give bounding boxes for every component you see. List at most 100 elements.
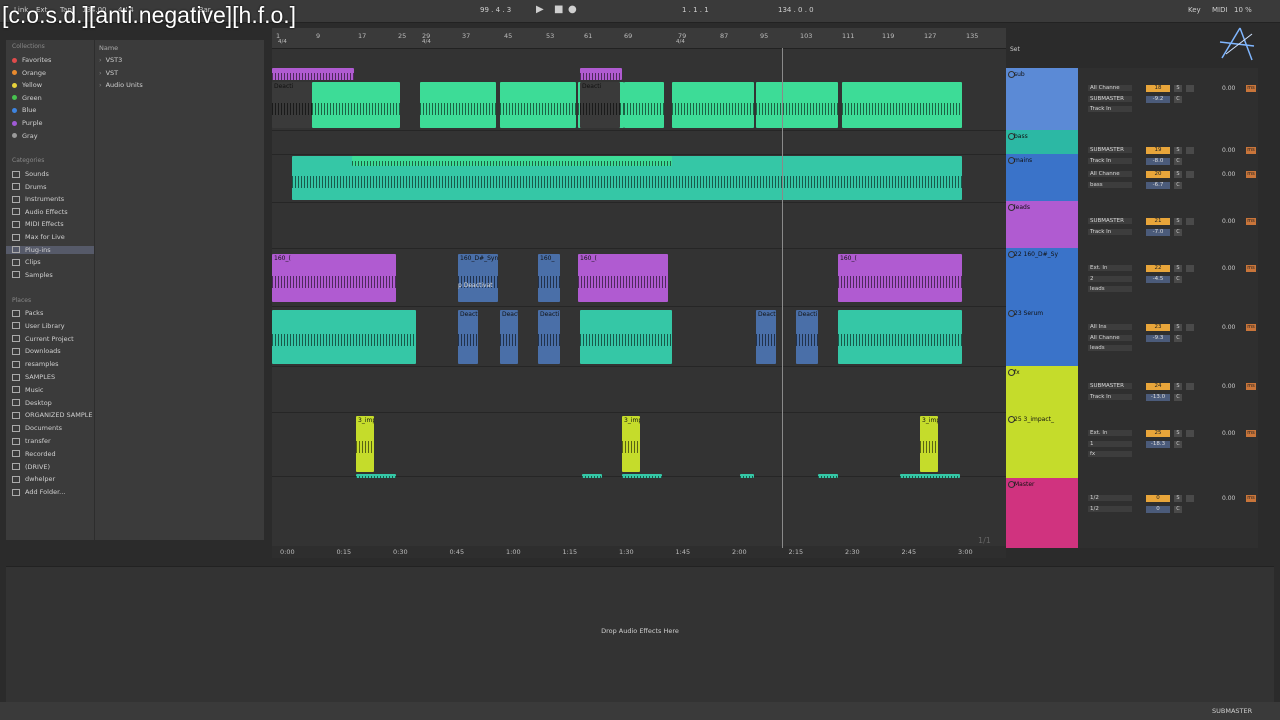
track-header[interactable]: 25 3_impact_: [1006, 413, 1078, 478]
arm-icon[interactable]: [1186, 495, 1194, 502]
pan-value[interactable]: 0.00: [1222, 171, 1235, 178]
audio-clip[interactable]: [756, 82, 838, 128]
crossfade-button[interactable]: C: [1174, 158, 1182, 165]
delay-unit-toggle[interactable]: ms: [1246, 383, 1256, 390]
track-input-channel[interactable]: 2: [1088, 276, 1132, 282]
track-header[interactable]: leads: [1006, 201, 1078, 248]
volume-field[interactable]: -9.3: [1146, 335, 1170, 342]
arm-icon[interactable]: [1186, 383, 1194, 390]
pan-value[interactable]: 0.00: [1222, 218, 1235, 225]
track-lane[interactable]: [272, 202, 1006, 249]
place-item[interactable]: Desktop: [12, 399, 52, 407]
place-item[interactable]: Add Folder...: [12, 488, 65, 496]
arm-icon[interactable]: [1186, 430, 1194, 437]
place-item[interactable]: Music: [12, 386, 44, 394]
deactivated-clip[interactable]: Deacti: [580, 82, 620, 128]
volume-field[interactable]: -8.0: [1146, 158, 1170, 165]
audio-clip[interactable]: [272, 310, 416, 364]
category-item[interactable]: Drums: [12, 183, 47, 191]
arrangement-view[interactable]: Deacti Deacti 160_(160_(160_(160_D#_Syn 160…: [272, 28, 1006, 548]
solo-button[interactable]: S: [1174, 383, 1182, 390]
bar-number[interactable]: 53: [546, 32, 554, 40]
place-item[interactable]: transfer: [12, 437, 51, 445]
audio-clip[interactable]: [842, 82, 962, 128]
bar-number[interactable]: 111: [842, 32, 854, 40]
bar-number[interactable]: 103: [800, 32, 812, 40]
place-item[interactable]: Recorded: [12, 450, 56, 458]
track-activator-number[interactable]: 25: [1146, 430, 1170, 437]
place-item[interactable]: Downloads: [12, 347, 61, 355]
track-input-type[interactable]: All Channe: [1088, 171, 1132, 177]
arm-icon[interactable]: [1186, 218, 1194, 225]
arm-icon[interactable]: [1186, 265, 1194, 272]
loop-length[interactable]: 134 . 0 . 0: [778, 6, 814, 14]
track-header[interactable]: 22 160_D#_Sy: [1006, 248, 1078, 307]
track-input-type[interactable]: All Channe: [1088, 85, 1132, 91]
crossfade-button[interactable]: C: [1174, 335, 1182, 342]
solo-button[interactable]: S: [1174, 147, 1182, 154]
track-activator-number[interactable]: 24: [1146, 383, 1170, 390]
bar-number[interactable]: 119: [882, 32, 894, 40]
crossfade-button[interactable]: C: [1174, 182, 1182, 189]
collection-item[interactable]: Yellow: [12, 81, 42, 89]
collection-item[interactable]: Blue: [12, 106, 36, 114]
track-input-channel[interactable]: Track In: [1088, 158, 1132, 164]
audio-clip[interactable]: [272, 68, 354, 80]
place-item[interactable]: ORGANIZED SAMPLE: [12, 411, 92, 419]
bar-number[interactable]: 79: [678, 32, 686, 40]
deactivated-clip[interactable]: Deacti: [272, 82, 312, 128]
delay-unit-toggle[interactable]: ms: [1246, 171, 1256, 178]
beat-ruler[interactable]: 4/4 4/4 4/4 1 9 17 25 29 37 45 53 61 69 79 87 95 103 1…: [272, 28, 1006, 49]
deactivated-clip[interactable]: Deacti: [796, 310, 818, 364]
audio-clip[interactable]: [582, 474, 602, 478]
place-item[interactable]: Packs: [12, 309, 43, 317]
track-activator-number[interactable]: 20: [1146, 171, 1170, 178]
bar-number[interactable]: 17: [358, 32, 366, 40]
audio-clip[interactable]: [580, 310, 672, 364]
track-input-type[interactable]: SUBMASTER: [1088, 383, 1132, 389]
solo-button[interactable]: S: [1174, 171, 1182, 178]
collection-item[interactable]: Purple: [12, 119, 43, 127]
volume-field[interactable]: -13.0: [1146, 394, 1170, 401]
pan-value[interactable]: 0.00: [1222, 430, 1235, 437]
track-input-type[interactable]: SUBMASTER: [1088, 147, 1132, 153]
track-input-type[interactable]: 1/2: [1088, 495, 1132, 501]
place-item[interactable]: resamples: [12, 360, 59, 368]
category-item[interactable]: Samples: [12, 271, 53, 279]
volume-field[interactable]: 0: [1146, 506, 1170, 513]
time-ruler[interactable]: 1/1 0:00 0:15 0:30 0:45 1:00 1:15 1:30 1:45 2:00…: [272, 536, 1006, 558]
bar-number[interactable]: 37: [462, 32, 470, 40]
audio-clip[interactable]: [622, 474, 662, 478]
deactivated-clip[interactable]: Deacti: [756, 310, 776, 364]
place-item[interactable]: dwhelper: [12, 475, 55, 483]
track-input-channel[interactable]: SUBMASTER: [1088, 96, 1132, 102]
bar-number[interactable]: 87: [720, 32, 728, 40]
bar-number[interactable]: 127: [924, 32, 936, 40]
track-output-routing[interactable]: leads: [1088, 286, 1132, 292]
solo-button[interactable]: S: [1174, 495, 1182, 502]
place-item[interactable]: (DRIVE): [12, 463, 50, 471]
track-output-routing[interactable]: Track In: [1088, 106, 1132, 112]
key-map-button[interactable]: Key: [1188, 6, 1201, 14]
track-input-channel[interactable]: All Channe: [1088, 335, 1132, 341]
track-output-routing[interactable]: leads: [1088, 345, 1132, 351]
bar-number[interactable]: 45: [504, 32, 512, 40]
solo-button[interactable]: S: [1174, 85, 1182, 92]
audio-clip[interactable]: [312, 82, 400, 128]
arm-icon[interactable]: [1186, 171, 1194, 178]
pan-value[interactable]: 0.00: [1222, 85, 1235, 92]
audio-clip[interactable]: 3_imp: [920, 416, 938, 472]
volume-field[interactable]: -9.2: [1146, 96, 1170, 103]
track-header[interactable]: Master: [1006, 478, 1078, 548]
place-item[interactable]: SAMPLES: [12, 373, 55, 381]
track-output-routing[interactable]: fx: [1088, 451, 1132, 457]
plugin-folder-item[interactable]: › Audio Units: [99, 81, 143, 89]
track-activator-number[interactable]: 0: [1146, 495, 1170, 502]
track-input-type[interactable]: Ext. In: [1088, 265, 1132, 271]
pan-value[interactable]: 0.00: [1222, 147, 1235, 154]
crossfade-button[interactable]: C: [1174, 506, 1182, 513]
track-header[interactable]: bass: [1006, 130, 1078, 154]
track-lane[interactable]: [272, 366, 1006, 413]
collection-item[interactable]: Favorites: [12, 56, 51, 64]
audio-clip[interactable]: 3_imp: [356, 416, 374, 472]
